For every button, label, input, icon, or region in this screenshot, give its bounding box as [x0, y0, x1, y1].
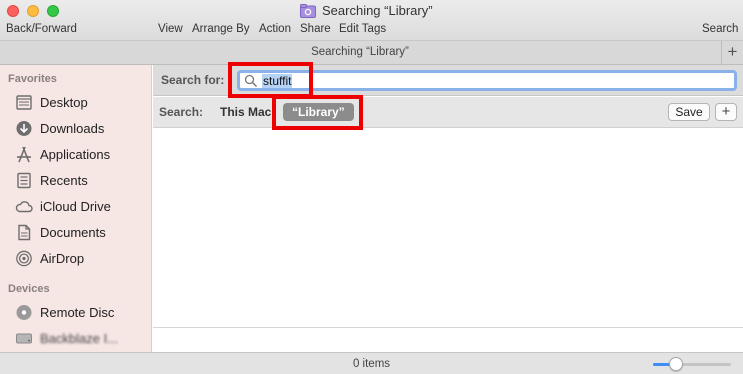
sidebar-item-applications[interactable]: Applications: [14, 143, 110, 165]
results-area: [153, 129, 743, 352]
downloads-icon: [14, 119, 34, 137]
close-window-button[interactable]: [7, 5, 19, 17]
sidebar-item-label: iCloud Drive: [40, 198, 111, 214]
search-scope-bar: Search: This Mac “Library” Save +: [153, 97, 743, 128]
sidebar-item-desktop[interactable]: Desktop: [14, 91, 88, 113]
sidebar-item-recents[interactable]: Recents: [14, 169, 88, 191]
tab-bar: Searching “Library” +: [0, 41, 743, 65]
window-title: Searching “Library”: [300, 3, 433, 18]
drive-icon: [14, 329, 34, 347]
view-button[interactable]: View: [158, 23, 183, 35]
devices-header: Devices: [8, 283, 50, 295]
recents-icon: [14, 171, 34, 189]
scope-this-mac-button[interactable]: This Mac: [220, 105, 271, 119]
sidebar-item-icloud-drive[interactable]: iCloud Drive: [14, 195, 111, 217]
cloud-icon: [14, 197, 34, 215]
tab-searching-library[interactable]: Searching “Library”: [0, 46, 720, 58]
share-button[interactable]: Share: [300, 23, 331, 35]
desktop-icon: [14, 93, 34, 111]
search-for-bar: Search for: stuffit: [153, 65, 743, 96]
sidebar: Favorites Desktop Downloads Applications…: [0, 65, 152, 352]
sidebar-item-remote-disc[interactable]: Remote Disc: [14, 301, 114, 323]
arrange-by-button[interactable]: Arrange By: [192, 23, 250, 35]
minimize-window-button[interactable]: [27, 5, 39, 17]
sidebar-item-backblaze[interactable]: Backblaze I...: [14, 327, 118, 349]
sidebar-item-downloads[interactable]: Downloads: [14, 117, 104, 139]
airdrop-icon: [14, 249, 34, 267]
icon-size-slider-knob[interactable]: [669, 357, 683, 371]
back-forward-button[interactable]: Back/Forward: [6, 23, 77, 35]
sidebar-item-airdrop[interactable]: AirDrop: [14, 247, 84, 269]
sidebar-item-label: Desktop: [40, 94, 88, 110]
search-input-value: stuffit: [262, 73, 293, 88]
window-title-text: Searching “Library”: [322, 3, 433, 18]
applications-icon: [14, 145, 34, 163]
sidebar-item-label: Recents: [40, 172, 88, 188]
smart-folder-icon: [300, 3, 316, 18]
save-search-button[interactable]: Save: [668, 103, 710, 121]
sidebar-item-documents[interactable]: Documents: [14, 221, 106, 243]
sidebar-item-label: Remote Disc: [40, 304, 115, 320]
path-bar-divider: [153, 327, 743, 328]
status-bar: 0 items: [0, 352, 743, 374]
scope-library-button[interactable]: “Library”: [283, 103, 354, 121]
zoom-window-button[interactable]: [47, 5, 59, 17]
favorites-header: Favorites: [8, 73, 57, 85]
sidebar-item-label: AirDrop: [40, 250, 85, 266]
sidebar-item-label: Documents: [40, 224, 106, 240]
sidebar-item-label: Applications: [40, 146, 111, 162]
edit-tags-button[interactable]: Edit Tags: [339, 23, 386, 35]
new-tab-button[interactable]: +: [721, 41, 743, 65]
search-for-label: Search for:: [161, 73, 225, 87]
search-icon: [244, 74, 258, 87]
title-bar: Searching “Library” Back/Forward View Ar…: [0, 0, 743, 41]
action-button[interactable]: Action: [259, 23, 291, 35]
search-toolbar-button[interactable]: Search: [702, 23, 738, 35]
search-input[interactable]: stuffit: [237, 70, 737, 91]
search-scope-label: Search:: [159, 105, 204, 119]
item-count: 0 items: [352, 358, 391, 370]
icon-size-slider[interactable]: [653, 357, 731, 371]
documents-icon: [14, 223, 34, 241]
sidebar-item-label: Backblaze I...: [40, 330, 119, 346]
disc-icon: [14, 303, 34, 321]
sidebar-item-label: Downloads: [40, 120, 105, 136]
add-criteria-button[interactable]: +: [715, 103, 737, 121]
